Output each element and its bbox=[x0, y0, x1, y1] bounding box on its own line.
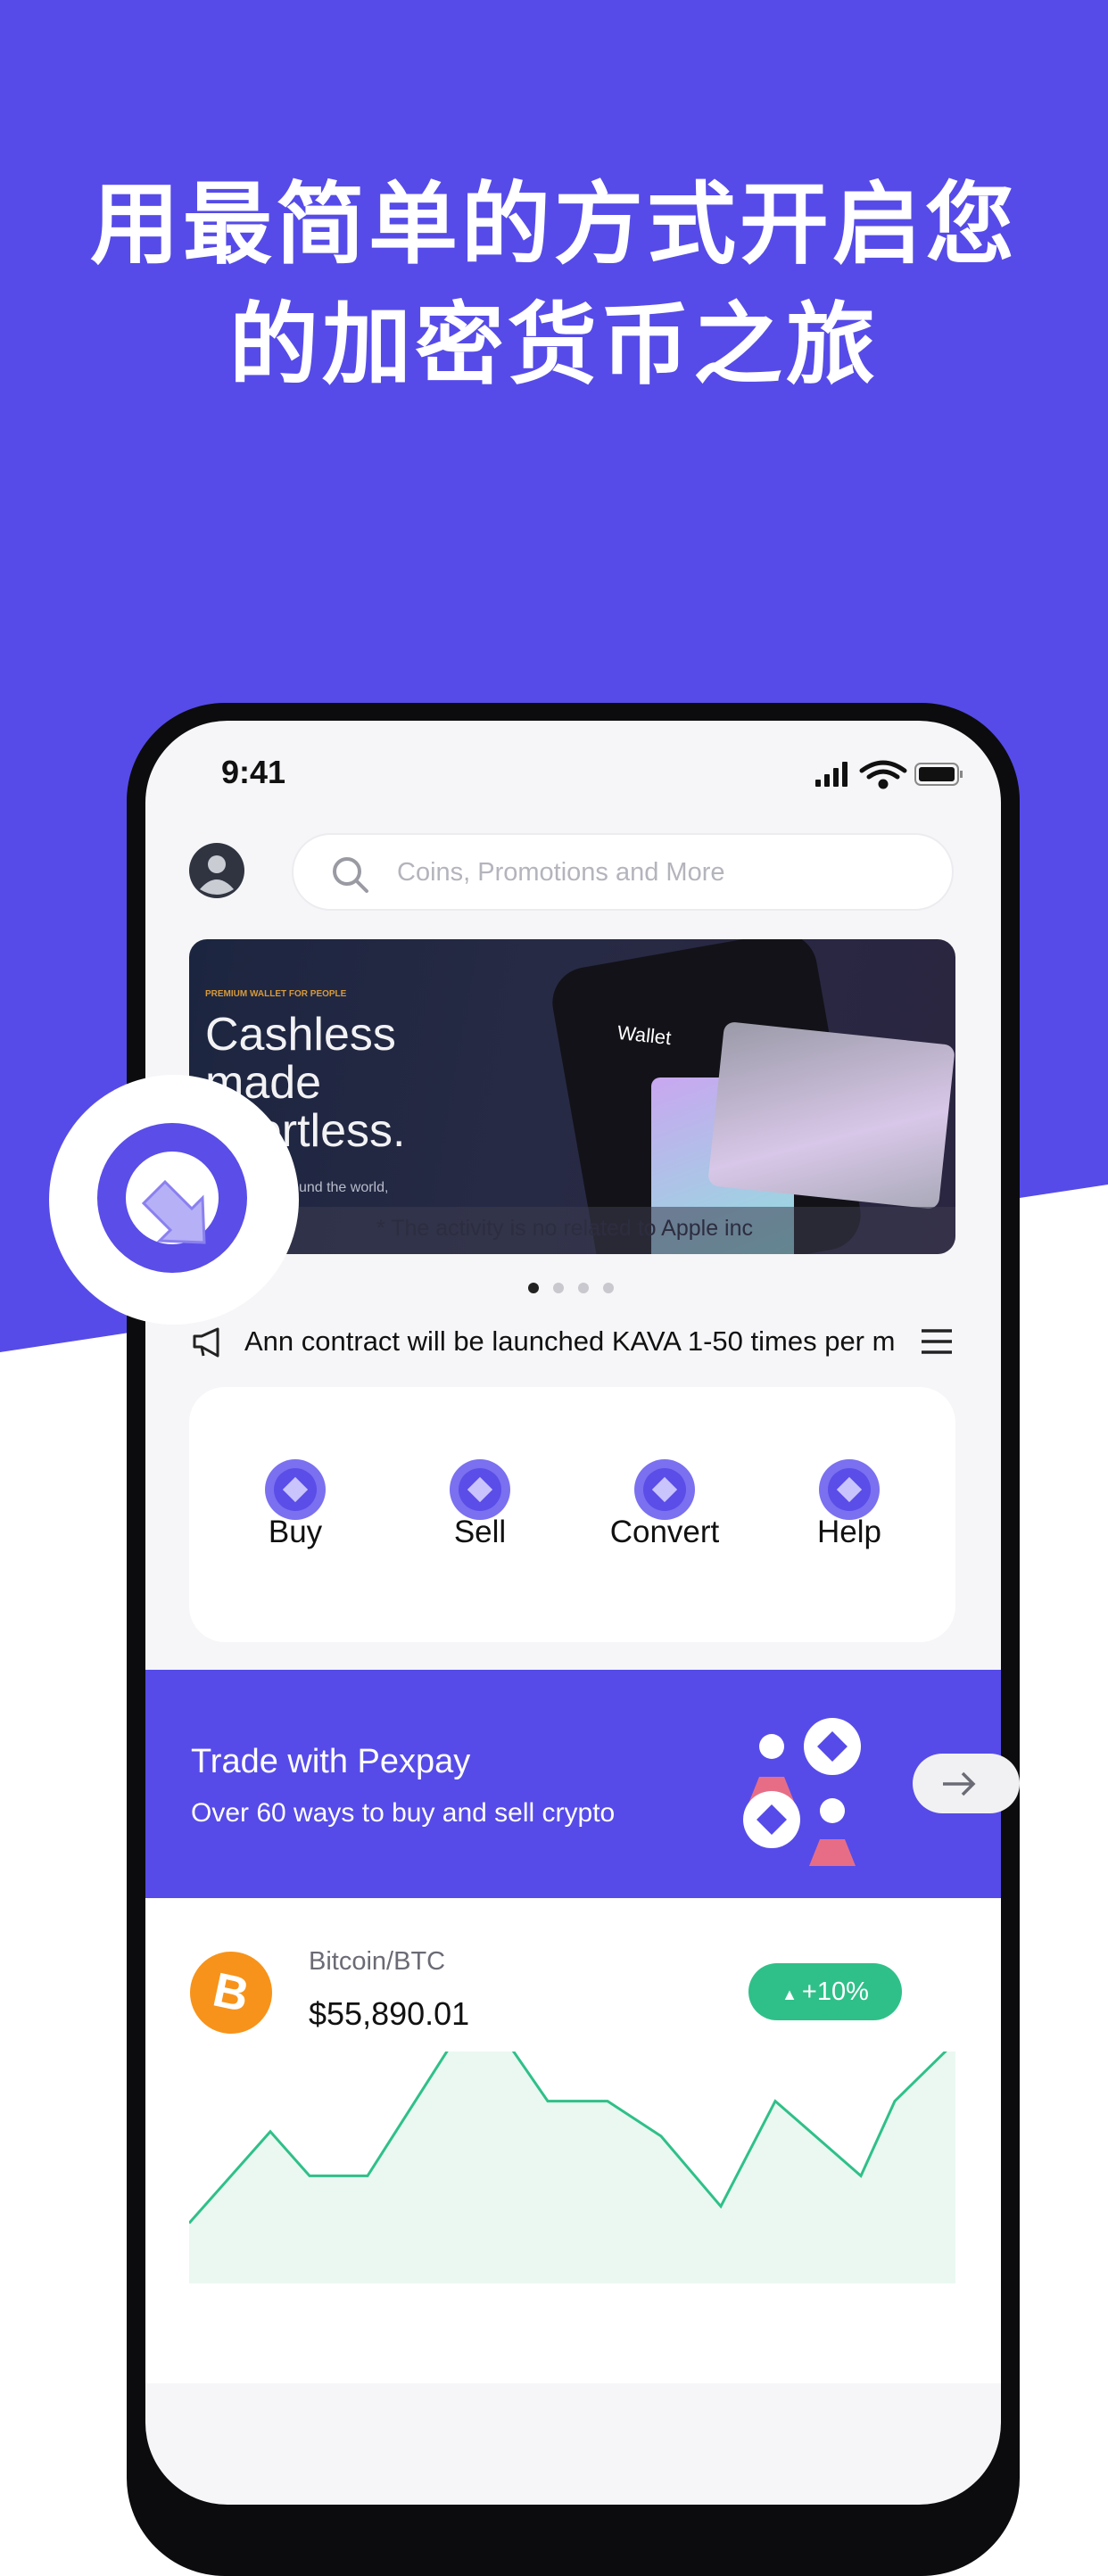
carousel-dot[interactable] bbox=[603, 1283, 614, 1293]
convert-icon bbox=[634, 1459, 695, 1520]
announcement-text[interactable]: Ann contract will be launched KAVA 1-50 … bbox=[244, 1325, 897, 1358]
trade-title: Trade with Pexpay bbox=[191, 1743, 471, 1780]
sparkline-area bbox=[189, 2052, 955, 2283]
trade-arrow-button[interactable] bbox=[913, 1754, 1020, 1813]
action-label: Help bbox=[817, 1515, 881, 1549]
buy-icon bbox=[265, 1459, 326, 1520]
action-sell[interactable]: Sell bbox=[409, 1457, 551, 1549]
megaphone-icon bbox=[193, 1327, 219, 1358]
p2p-illustration bbox=[743, 1718, 861, 1866]
action-label: Convert bbox=[609, 1515, 720, 1549]
battery-icon bbox=[914, 763, 963, 786]
promo-headline-line1: 用最简单的方式开启您 bbox=[90, 172, 1018, 277]
carousel-dot[interactable] bbox=[578, 1283, 589, 1293]
user-avatar-icon[interactable] bbox=[189, 843, 244, 898]
search-placeholder: Coins, Promotions and More bbox=[397, 858, 725, 887]
action-label: Buy bbox=[268, 1515, 323, 1549]
signal-icon bbox=[815, 762, 848, 787]
bitcoin-icon: B bbox=[190, 1952, 272, 2034]
action-convert[interactable]: Convert bbox=[593, 1457, 736, 1549]
status-icons bbox=[815, 760, 963, 789]
sell-icon bbox=[450, 1459, 510, 1520]
banner-eyebrow: PREMIUM WALLET FOR PEOPLE bbox=[205, 989, 347, 999]
app-logo bbox=[49, 1075, 299, 1325]
arrow-right-icon bbox=[943, 1771, 976, 1796]
price-sparkline bbox=[189, 2052, 955, 2283]
help-icon bbox=[819, 1459, 880, 1520]
banner-title-line1: Cashless bbox=[205, 1009, 396, 1061]
action-buy[interactable]: Buy bbox=[224, 1457, 367, 1549]
action-label: Sell bbox=[453, 1515, 507, 1549]
banner-card-back bbox=[707, 1020, 955, 1210]
status-time: 9:41 bbox=[221, 754, 286, 790]
wifi-icon bbox=[859, 760, 907, 789]
change-value: +10% bbox=[801, 1977, 869, 2006]
trade-subtitle: Over 60 ways to buy and sell crypto bbox=[191, 1798, 616, 1828]
market-pair: Bitcoin/BTC bbox=[309, 1947, 446, 1976]
banner-disclaimer: * The activity is no related to Apple in… bbox=[376, 1216, 753, 1241]
promo-headline-line2: 的加密货币之旅 bbox=[229, 293, 879, 397]
trade-banner[interactable]: Trade with Pexpay Over 60 ways to buy an… bbox=[145, 1670, 1020, 1898]
menu-icon[interactable] bbox=[920, 1327, 954, 1356]
up-icon: ▲ bbox=[781, 1986, 802, 2003]
promo-banner[interactable]: PREMIUM WALLET FOR PEOPLE Cashless made … bbox=[189, 939, 955, 1254]
carousel-dot[interactable] bbox=[553, 1283, 564, 1293]
search-icon bbox=[333, 857, 368, 893]
search-input[interactable]: Coins, Promotions and More bbox=[292, 833, 954, 911]
carousel-dot-active[interactable] bbox=[528, 1283, 539, 1293]
action-help[interactable]: Help bbox=[778, 1457, 921, 1549]
market-price: $55,890.01 bbox=[309, 1995, 470, 2032]
change-badge: ▲ +10% bbox=[748, 1963, 902, 2020]
